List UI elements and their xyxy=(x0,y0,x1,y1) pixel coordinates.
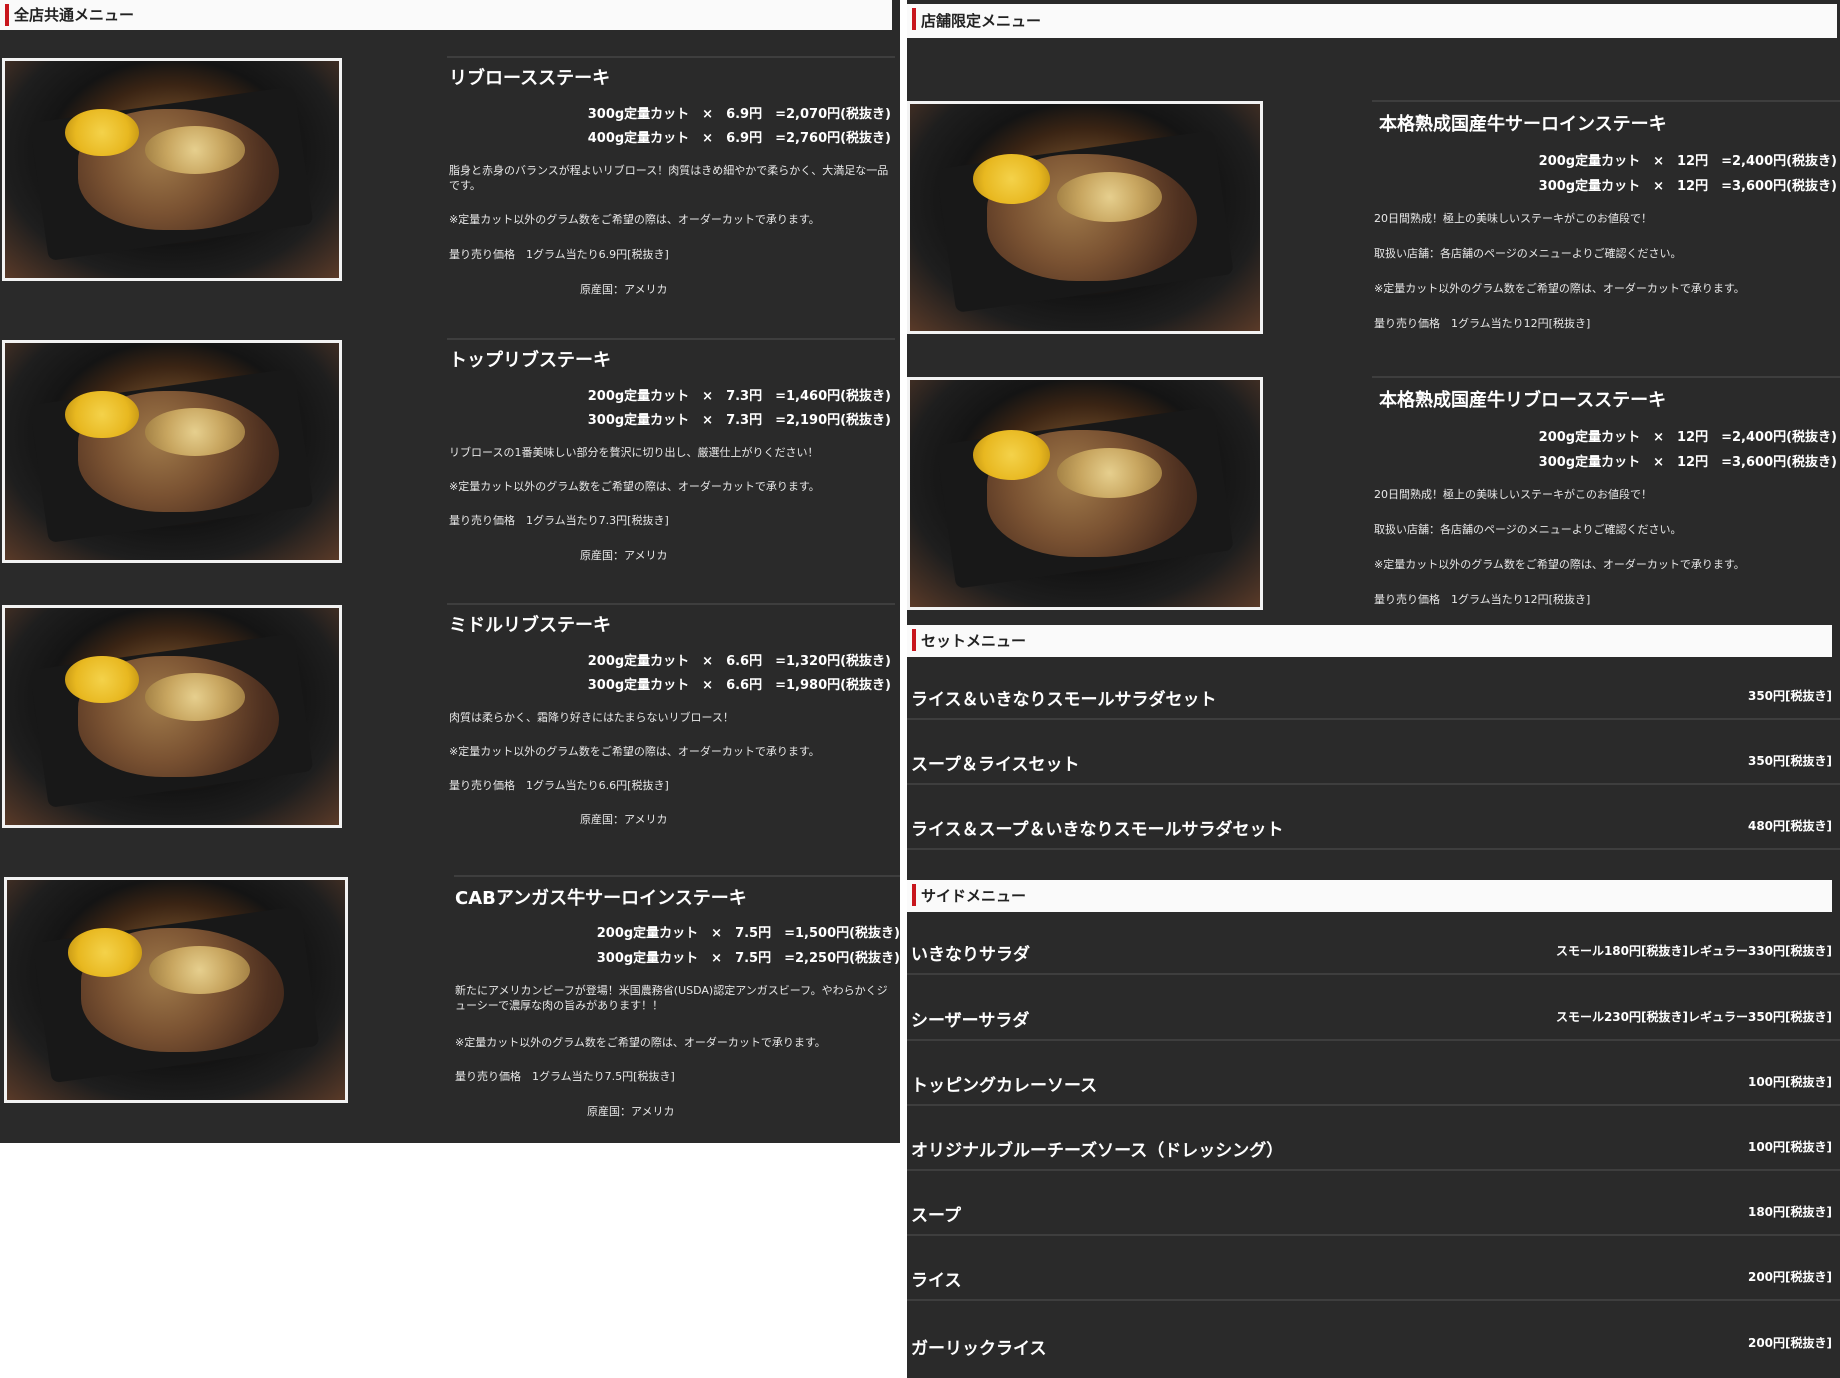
middle-rib-steak-photo[interactable] xyxy=(2,605,342,828)
item-price: 300g定量カット × 7.3円 =2,190円(税抜き) xyxy=(587,413,891,428)
side-menu-header: サイドメニュー xyxy=(907,880,1832,912)
row-name: トッピングカレーソース xyxy=(911,1076,1098,1096)
item-shops: 取扱い店舗：各店舗のページのメニューよりご確認ください。 xyxy=(1374,523,1682,536)
item-origin: 原産国：アメリカ xyxy=(580,549,668,562)
item-description: 20日間熟成！極上の美味しいステーキがこのお値段で！ xyxy=(1374,212,1652,225)
row-price: 100円[税抜き] xyxy=(1747,1140,1832,1154)
row-price: 480円[税抜き] xyxy=(1747,819,1832,833)
shop-limited-column: 店舗限定メニュー 本格熟成国産牛サーロインステーキ 200g定量カット × 12… xyxy=(907,0,1840,1378)
cab-angus-sirloin-photo[interactable] xyxy=(4,877,348,1103)
item-price: 200g定量カット × 7.5円 =1,500円(税抜き) xyxy=(596,926,900,941)
item-price: 300g定量カット × 6.9円 =2,070円(税抜き) xyxy=(587,107,891,122)
item-unit-price: 量り売り価格 1グラム当たり12円[税抜き] xyxy=(1374,593,1591,606)
row-name: ライス＆いきなりスモールサラダセット xyxy=(911,690,1217,710)
row-name: スープ xyxy=(911,1206,961,1226)
side-menu-row: ライス 200円[税抜き] xyxy=(907,1244,1840,1301)
row-price: 100円[税抜き] xyxy=(1747,1075,1832,1089)
row-name: ライス xyxy=(911,1271,962,1291)
shop-limited-header: 店舗限定メニュー xyxy=(907,4,1837,38)
set-menu-row: スープ＆ライスセット 350円[税抜き] xyxy=(907,728,1840,785)
item-unit-price: 量り売り価格 1グラム当たり6.6円[税抜き] xyxy=(449,779,669,792)
item-title: トップリブステーキ xyxy=(449,350,611,371)
item-price: 200g定量カット × 6.6円 =1,320円(税抜き) xyxy=(587,654,891,669)
item-description: 20日間熟成！極上の美味しいステーキがこのお値段で！ xyxy=(1374,488,1652,501)
row-name: シーザーサラダ xyxy=(911,1011,1030,1031)
row-price: スモール180円[税抜き]レギュラー330円[税抜き] xyxy=(1555,944,1832,958)
ribloin-steak-photo[interactable] xyxy=(2,58,342,281)
item-title: 本格熟成国産牛サーロインステーキ xyxy=(1379,114,1667,135)
divider xyxy=(447,56,895,58)
common-menu-header: 全店共通メニュー xyxy=(0,0,892,30)
divider xyxy=(1372,376,1840,378)
side-menu-row: ガーリックライス 200円[税抜き] xyxy=(907,1310,1840,1367)
item-origin: 原産国：アメリカ xyxy=(580,283,668,296)
item-title: 本格熟成国産牛リブロースステーキ xyxy=(1379,390,1667,411)
item-description: リブロースの1番美味しい部分を贅沢に切り出し、厳選仕上がりください！ xyxy=(449,446,819,459)
row-price: 350円[税抜き] xyxy=(1747,754,1832,768)
item-price: 400g定量カット × 6.9円 =2,760円(税抜き) xyxy=(587,131,891,146)
item-price: 300g定量カット × 12円 =3,600円(税抜き) xyxy=(1538,179,1837,194)
item-origin: 原産国：アメリカ xyxy=(587,1105,675,1118)
row-name: いきなりサラダ xyxy=(911,945,1030,965)
row-price: 180円[税抜き] xyxy=(1747,1205,1832,1219)
aged-ribloin-photo[interactable] xyxy=(907,377,1263,610)
row-price: 350円[税抜き] xyxy=(1747,689,1832,703)
item-note: ※定量カット以外のグラム数をご希望の際は、オーダーカットで承ります。 xyxy=(455,1036,826,1049)
item-note: ※定量カット以外のグラム数をご希望の際は、オーダーカットで承ります。 xyxy=(449,745,820,758)
item-unit-price: 量り売り価格 1グラム当たり6.9円[税抜き] xyxy=(449,248,669,261)
item-unit-price: 量り売り価格 1グラム当たり12円[税抜き] xyxy=(1374,317,1591,330)
item-note: ※定量カット以外のグラム数をご希望の際は、オーダーカットで承ります。 xyxy=(1374,558,1745,571)
row-name: ガーリックライス xyxy=(911,1339,1047,1359)
side-menu-row: スープ 180円[税抜き] xyxy=(907,1179,1840,1236)
item-title: CABアンガス牛サーロインステーキ xyxy=(455,888,747,909)
item-unit-price: 量り売り価格 1グラム当たり7.3円[税抜き] xyxy=(449,514,669,527)
item-note: ※定量カット以外のグラム数をご希望の際は、オーダーカットで承ります。 xyxy=(1374,282,1745,295)
item-unit-price: 量り売り価格 1グラム当たり7.5円[税抜き] xyxy=(455,1070,675,1083)
side-menu-row: オリジナルブルーチーズソース（ドレッシング） 100円[税抜き] xyxy=(907,1114,1840,1171)
side-menu-row: いきなりサラダ スモール180円[税抜き]レギュラー330円[税抜き] xyxy=(907,918,1840,975)
row-name: ライス＆スープ＆いきなりスモールサラダセット xyxy=(911,820,1284,840)
divider xyxy=(447,338,895,340)
item-price: 200g定量カット × 7.3円 =1,460円(税抜き) xyxy=(587,389,891,404)
row-name: スープ＆ライスセット xyxy=(911,755,1080,775)
side-menu-row: シーザーサラダ スモール230円[税抜き]レギュラー350円[税抜き] xyxy=(907,984,1840,1041)
divider xyxy=(454,875,900,877)
item-price: 300g定量カット × 6.6円 =1,980円(税抜き) xyxy=(587,678,891,693)
item-origin: 原産国：アメリカ xyxy=(580,813,668,826)
item-price: 200g定量カット × 12円 =2,400円(税抜き) xyxy=(1538,430,1837,445)
item-price: 200g定量カット × 12円 =2,400円(税抜き) xyxy=(1538,154,1837,169)
row-price: 200円[税抜き] xyxy=(1747,1270,1832,1284)
item-note: ※定量カット以外のグラム数をご希望の際は、オーダーカットで承ります。 xyxy=(449,480,820,493)
top-rib-steak-photo[interactable] xyxy=(2,340,342,563)
set-menu-header: セットメニュー xyxy=(907,625,1832,657)
set-menu-row: ライス＆いきなりスモールサラダセット 350円[税抜き] xyxy=(907,663,1840,720)
item-description: 新たにアメリカンビーフが登場！米国農務省(USDA)認定アンガスビーフ。やわらか… xyxy=(455,984,888,1012)
item-note: ※定量カット以外のグラム数をご希望の際は、オーダーカットで承ります。 xyxy=(449,213,820,226)
item-shops: 取扱い店舗：各店舗のページのメニューよりご確認ください。 xyxy=(1374,247,1682,260)
row-price: 200円[税抜き] xyxy=(1747,1336,1832,1350)
common-menu-column: 全店共通メニュー リブロースステーキ 300g定量カット × 6.9円 =2,0… xyxy=(0,0,900,1143)
item-description: 肉質は柔らかく、霜降り好きにはたまらないリブロース！ xyxy=(449,711,734,724)
item-price: 300g定量カット × 7.5円 =2,250円(税抜き) xyxy=(596,951,900,966)
divider xyxy=(447,603,895,605)
item-description: 脂身と赤身のバランスが程よいリブロース！肉質はきめ細やかで柔らかく、大満足な一品… xyxy=(449,164,889,192)
row-price: スモール230円[税抜き]レギュラー350円[税抜き] xyxy=(1555,1010,1832,1024)
set-menu-row: ライス＆スープ＆いきなりスモールサラダセット 480円[税抜き] xyxy=(907,793,1840,850)
item-title: ミドルリブステーキ xyxy=(449,615,611,636)
item-title: リブロースステーキ xyxy=(449,68,611,89)
item-price: 300g定量カット × 12円 =3,600円(税抜き) xyxy=(1538,455,1837,470)
divider xyxy=(1372,100,1840,102)
aged-sirloin-photo[interactable] xyxy=(907,101,1263,334)
side-menu-row: トッピングカレーソース 100円[税抜き] xyxy=(907,1049,1840,1106)
row-name: オリジナルブルーチーズソース（ドレッシング） xyxy=(911,1141,1284,1161)
